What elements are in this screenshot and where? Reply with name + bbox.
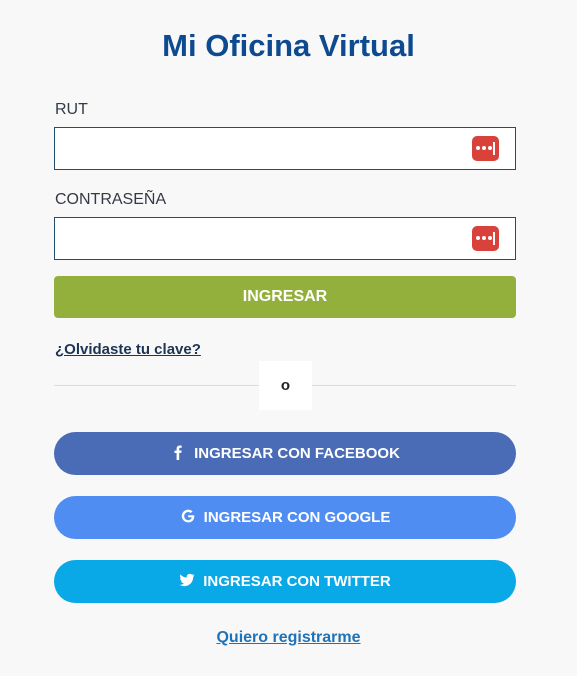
password-manager-icon[interactable]	[472, 226, 499, 251]
facebook-icon	[174, 445, 182, 460]
google-login-label: INGRESAR CON GOOGLE	[203, 509, 391, 526]
cursor-bar-graphic	[493, 142, 495, 155]
twitter-icon	[179, 573, 195, 587]
google-icon	[181, 509, 194, 523]
facebook-login-label: INGRESAR CON FACEBOOK	[194, 445, 400, 462]
password-manager-icon[interactable]	[472, 136, 499, 161]
rut-input[interactable]	[55, 128, 455, 169]
facebook-login-button[interactable]: INGRESAR CON FACEBOOK	[54, 432, 516, 475]
rut-field-wrapper	[54, 127, 516, 170]
login-page: Mi Oficina Virtual RUT CONTRASEÑA INGRES…	[0, 0, 577, 676]
password-field-wrapper	[54, 217, 516, 260]
login-button[interactable]: INGRESAR	[54, 276, 516, 318]
rut-label: RUT	[55, 101, 88, 118]
page-title: Mi Oficina Virtual	[162, 28, 415, 63]
or-separator: o	[259, 361, 312, 410]
password-label: CONTRASEÑA	[55, 191, 167, 208]
forgot-password-link[interactable]: ¿Olvidaste tu clave?	[55, 340, 201, 360]
twitter-login-label: INGRESAR CON TWITTER	[203, 573, 391, 590]
cursor-bar-graphic	[493, 232, 495, 245]
twitter-login-button[interactable]: INGRESAR CON TWITTER	[54, 560, 516, 603]
register-link[interactable]: Quiero registrarme	[0, 628, 577, 648]
password-input[interactable]	[55, 218, 455, 259]
google-login-button[interactable]: INGRESAR CON GOOGLE	[54, 496, 516, 539]
dots-graphic	[476, 146, 494, 150]
dots-graphic	[476, 236, 494, 240]
